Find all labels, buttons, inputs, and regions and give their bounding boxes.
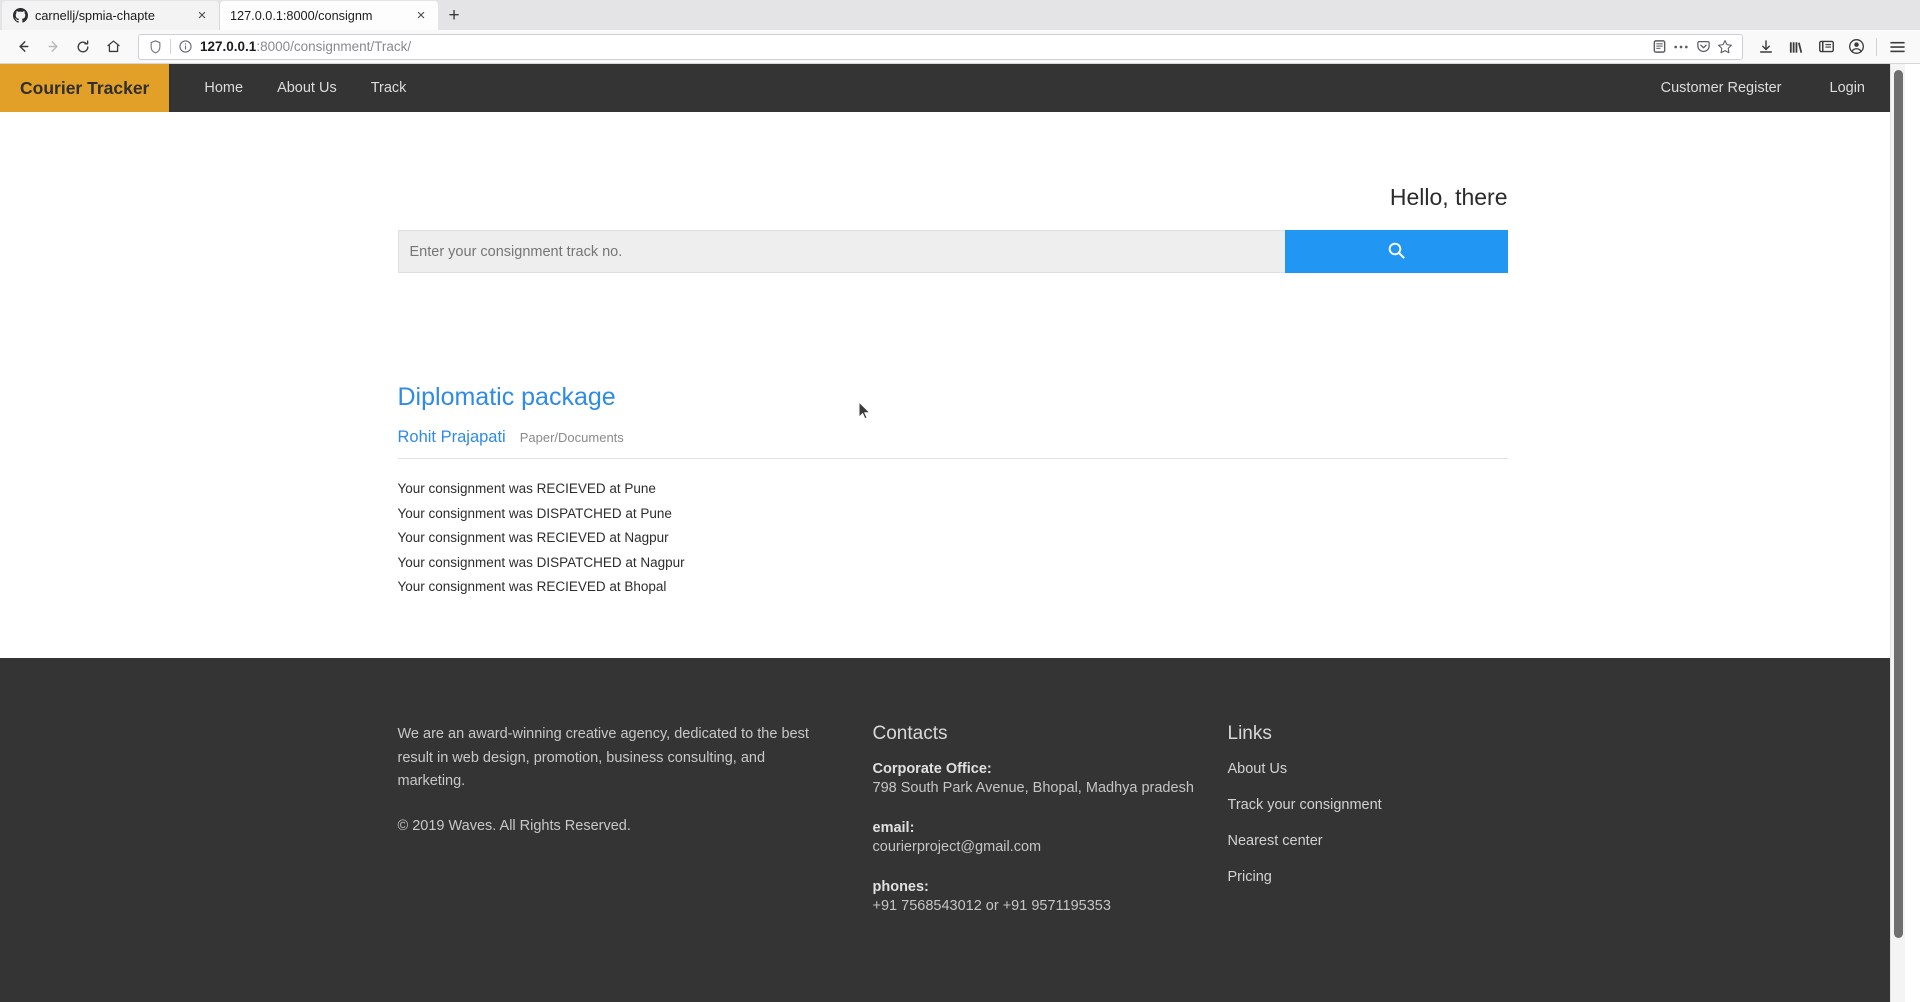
footer-email-block: email: courierproject@gmail.com [873, 820, 1213, 859]
browser-tab-1[interactable]: carnellj/spmia-chapte × [2, 1, 220, 30]
forward-icon [38, 33, 68, 61]
browser-tab-2[interactable]: 127.0.0.1:8000/consignm × [220, 1, 438, 30]
page-actions-icon[interactable] [1670, 44, 1692, 50]
status-item: Your consignment was DISPATCHED at Pune [397, 505, 672, 521]
footer-link-about-us[interactable]: About Us [1228, 761, 1508, 777]
tab-strip: carnellj/spmia-chapte × 127.0.0.1:8000/c… [0, 0, 1920, 30]
home-icon[interactable] [98, 33, 128, 61]
close-icon[interactable]: × [412, 7, 430, 25]
consignment-type: Paper/Documents [519, 430, 624, 445]
site-navbar: Courier Tracker Home About Us Track Cust… [0, 64, 1905, 112]
status-list: Your consignment was RECIEVED at Pune Yo… [398, 477, 1508, 600]
footer-phones-label: phones: [872, 879, 929, 895]
footer-office-value: 798 South Park Avenue, Bhopal, Madhya pr… [872, 780, 1194, 796]
site-brand[interactable]: Courier Tracker [0, 64, 170, 112]
footer-email-value[interactable]: courierproject@gmail.com [873, 836, 1213, 859]
status-item: Your consignment was RECIEVED at Pune [397, 481, 656, 496]
shield-icon[interactable] [145, 39, 165, 54]
account-icon[interactable] [1841, 33, 1871, 61]
nav-item-home[interactable]: Home [187, 64, 260, 112]
url-divider [170, 39, 171, 54]
back-icon[interactable] [8, 33, 38, 61]
main-content: Hello, there Diplomatic package Rohit Pr [0, 112, 1905, 600]
nav-item-track[interactable]: Track [354, 64, 424, 112]
page-scrollbar[interactable] [1890, 64, 1905, 1002]
content-container: Hello, there Diplomatic package Rohit Pr [397, 112, 1508, 600]
reader-view-icon[interactable] [1648, 39, 1670, 54]
nav-item-about-us[interactable]: About Us [260, 64, 354, 112]
consignment-meta: Rohit Prajapati Paper/Documents [397, 428, 1508, 459]
consignment-title: Diplomatic package [397, 383, 616, 411]
web-page: Courier Tracker Home About Us Track Cust… [0, 64, 1905, 1002]
footer-links-list: About Us Track your consignment Nearest … [1228, 761, 1508, 885]
nav-links-left: Home About Us Track [187, 64, 423, 112]
status-item: Your consignment was RECIEVED at Nagpur [397, 530, 669, 545]
search-form [397, 230, 1508, 273]
browser-toolbar: 127.0.0.1:8000/consignment/Track/ [0, 30, 1920, 64]
nav-item-customer-register[interactable]: Customer Register [1637, 64, 1806, 112]
library-icon[interactable] [1781, 33, 1811, 61]
footer-container: We are an award-winning creative agency,… [398, 658, 1508, 938]
scrollbar-thumb[interactable] [1894, 70, 1903, 938]
footer-links-column: Links About Us Track your consignment Ne… [1213, 723, 1508, 938]
search-input[interactable] [397, 230, 1285, 273]
greeting-heading: Hello, there [1389, 184, 1508, 210]
sidebar-icon[interactable] [1811, 33, 1841, 61]
footer-contacts-column: Contacts Corporate Office: 798 South Par… [873, 723, 1213, 938]
footer-phones-value: +91 7568543012 or +91 9571195353 [872, 898, 1111, 914]
search-button[interactable] [1284, 230, 1508, 273]
nav-item-login[interactable]: Login [1806, 64, 1889, 112]
footer-link-track[interactable]: Track your consignment [1228, 797, 1508, 813]
consignment-sender[interactable]: Rohit Prajapati [398, 428, 506, 447]
info-icon[interactable] [176, 40, 194, 53]
url-text: 127.0.0.1:8000/consignment/Track/ [200, 39, 1648, 54]
download-icon[interactable] [1751, 33, 1781, 61]
site-footer: We are an award-winning creative agency,… [0, 658, 1905, 1002]
tab-title: carnellj/spmia-chapte [35, 8, 155, 23]
url-host: 127.0.0.1 [200, 39, 257, 54]
tab-title: 127.0.0.1:8000/consignm [230, 8, 373, 23]
new-tab-button[interactable]: + [438, 1, 470, 30]
footer-office-block: Corporate Office: 798 South Park Avenue,… [873, 761, 1213, 800]
toolbar-divider [1876, 37, 1877, 56]
pocket-icon[interactable] [1692, 39, 1714, 54]
footer-about-column: We are an award-winning creative agency,… [398, 723, 873, 938]
status-item: Your consignment was RECIEVED at Bhopal [397, 579, 667, 594]
footer-link-nearest-center[interactable]: Nearest center [1228, 833, 1508, 849]
consignment-result: Diplomatic package Rohit Prajapati Paper… [397, 383, 1508, 600]
browser-window: carnellj/spmia-chapte × 127.0.0.1:8000/c… [0, 0, 1920, 1002]
url-path: :8000/consignment/Track/ [256, 39, 412, 54]
footer-contacts-heading: Contacts [872, 723, 948, 744]
footer-link-pricing[interactable]: Pricing [1228, 869, 1508, 885]
github-icon [12, 8, 28, 24]
footer-office-label: Corporate Office: [872, 761, 992, 777]
footer-links-heading: Links [1227, 723, 1272, 744]
footer-about-text: We are an award-winning creative agency,… [397, 726, 809, 789]
nav-links-right: Customer Register Login [1637, 64, 1905, 112]
toolbar-right-icons [1751, 33, 1912, 61]
footer-copyright: © 2019 Waves. All Rights Reserved. [397, 817, 631, 834]
menu-icon[interactable] [1882, 33, 1912, 61]
url-bar[interactable]: 127.0.0.1:8000/consignment/Track/ [138, 33, 1743, 60]
status-item: Your consignment was DISPATCHED at Nagpu… [397, 554, 685, 570]
page-viewport: Courier Tracker Home About Us Track Cust… [0, 64, 1920, 1002]
footer-phones-block: phones: +91 7568543012 or +91 9571195353 [873, 879, 1213, 918]
close-icon[interactable]: × [193, 7, 211, 25]
footer-email-label: email: [872, 820, 915, 836]
bookmark-star-icon[interactable] [1714, 39, 1736, 55]
search-icon [1387, 241, 1406, 263]
reload-icon[interactable] [68, 33, 98, 61]
